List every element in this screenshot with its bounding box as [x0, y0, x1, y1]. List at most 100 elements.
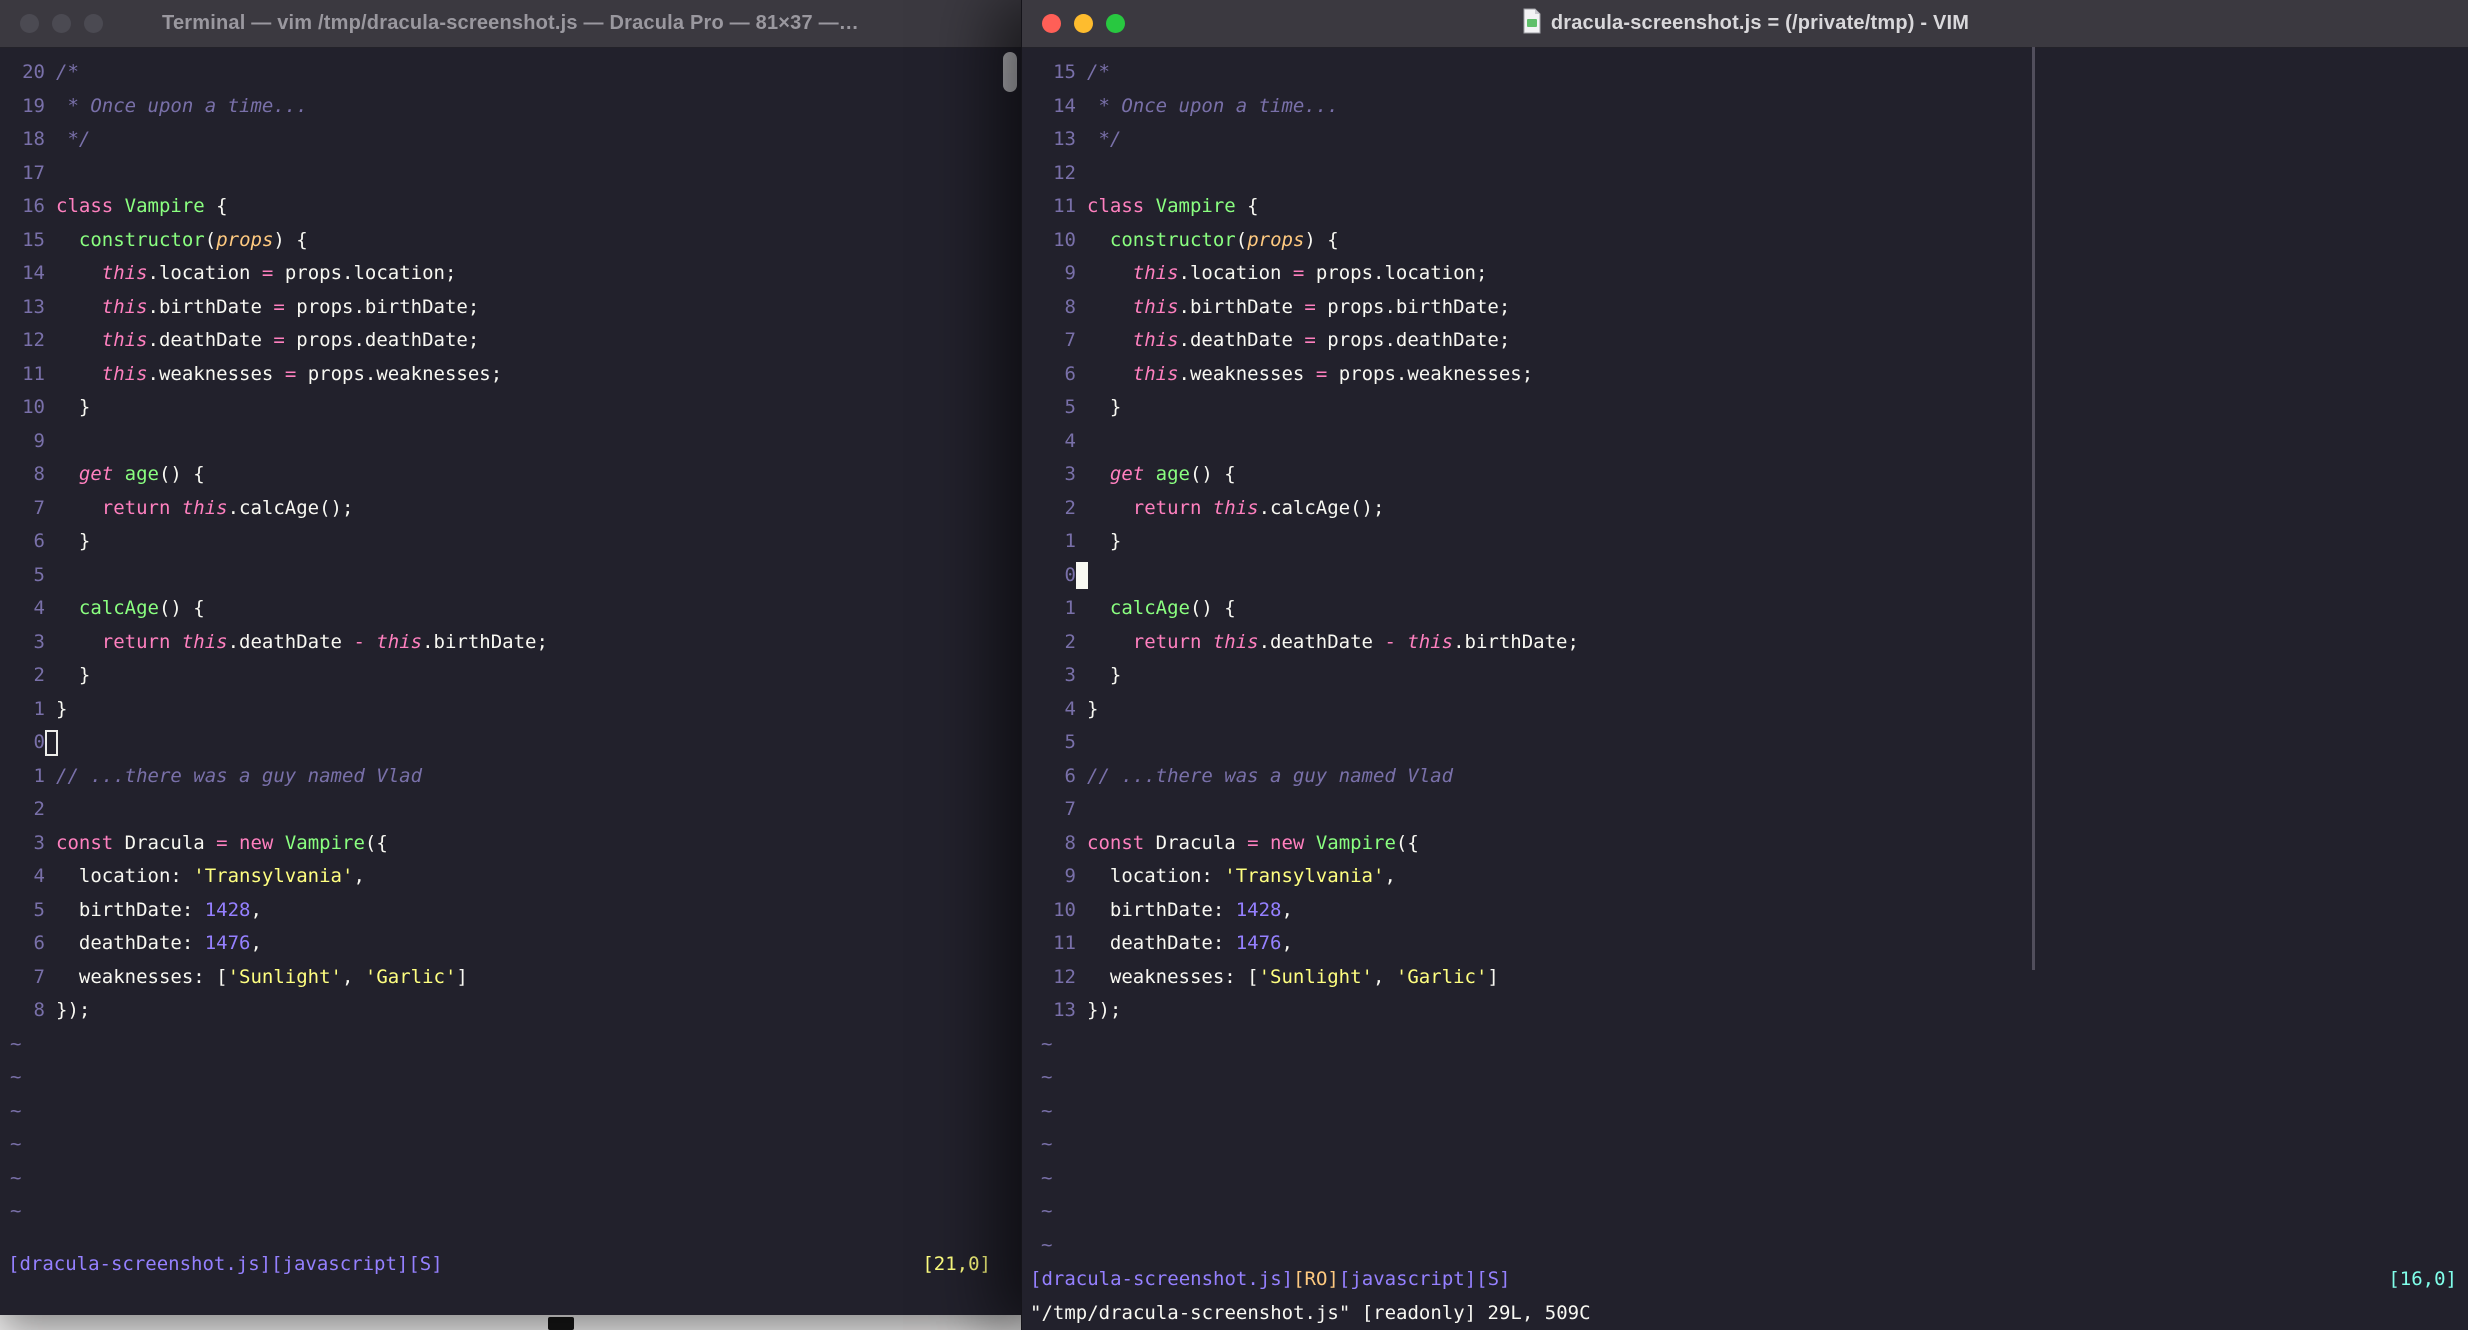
code-line[interactable]: 17: [10, 157, 1021, 191]
code-line[interactable]: 4 location: 'Transylvania',: [10, 860, 1021, 894]
code-line[interactable]: 20/*: [10, 56, 1021, 90]
line-number: 1: [1064, 530, 1076, 552]
code-line[interactable]: 7 return this.calcAge();: [10, 492, 1021, 526]
vim-statusline: [dracula-screenshot.js][javascript][S] […: [0, 1248, 1021, 1282]
close-button[interactable]: [1042, 14, 1061, 33]
vim-statusline: [dracula-screenshot.js][RO][javascript][…: [1022, 1263, 2468, 1297]
statusline-segment: [RO]: [1293, 1268, 1339, 1290]
code-line[interactable]: 4 calcAge() {: [10, 592, 1021, 626]
code-line[interactable]: 5: [1041, 726, 2468, 760]
code-line[interactable]: 12 this.deathDate = props.deathDate;: [10, 324, 1021, 358]
code-line[interactable]: 7 weaknesses: ['Sunlight', 'Garlic']: [10, 961, 1021, 995]
code-line[interactable]: 8 get age() {: [10, 458, 1021, 492]
code-line[interactable]: 8 const Dracula = new Vampire({: [1041, 827, 2468, 861]
code-line[interactable]: 13 this.birthDate = props.birthDate;: [10, 291, 1021, 325]
vim-cursor: [1076, 561, 1088, 589]
code-line[interactable]: 16 class Vampire {: [10, 190, 1021, 224]
line-number: 11: [22, 362, 45, 385]
code-line[interactable]: 2 }: [10, 659, 1021, 693]
code-line[interactable]: 2: [10, 793, 1021, 827]
code-line[interactable]: 1// ...there was a guy named Vlad: [10, 760, 1021, 794]
line-number: 15: [22, 228, 45, 251]
code-line[interactable]: 6 }: [10, 525, 1021, 559]
code-line[interactable]: 5: [10, 559, 1021, 593]
vim-buffer[interactable]: 20/* 19 * Once upon a time... 18 */17 16 cla…: [0, 48, 1021, 1248]
cursor-position: [21,0]: [922, 1253, 991, 1275]
code-line[interactable]: 10 birthDate: 1428,: [1041, 894, 2468, 928]
line-number: 4: [1064, 429, 1076, 452]
code-line[interactable]: 19 * Once upon a time...: [10, 90, 1021, 124]
code-line[interactable]: 4: [1041, 425, 2468, 459]
desktop-background: [0, 1313, 1022, 1330]
window-title: Terminal — vim /tmp/dracula-screenshot.j…: [162, 12, 859, 34]
close-button[interactable]: [20, 14, 39, 33]
code-line[interactable]: 0: [10, 726, 1021, 760]
code-line[interactable]: 15 constructor(props) {: [10, 224, 1021, 258]
code-line[interactable]: 1}: [10, 693, 1021, 727]
code-line[interactable]: 15/*: [1041, 56, 2468, 90]
code-line[interactable]: 6 this.weaknesses = props.weaknesses;: [1041, 358, 2468, 392]
code-line[interactable]: 18 */: [10, 123, 1021, 157]
line-number: 3: [33, 831, 45, 854]
tilde-row: ~: [1041, 1166, 1053, 1189]
code-line[interactable]: 7 this.deathDate = props.deathDate;: [1041, 324, 2468, 358]
scrollbar-thumb[interactable]: [1003, 52, 1017, 92]
code-line[interactable]: 1 calcAge() {: [1041, 592, 2468, 626]
tilde-row: ~: [1041, 1099, 1053, 1122]
code-line[interactable]: 9 location: 'Transylvania',: [1041, 860, 2468, 894]
code-line[interactable]: 11 this.weaknesses = props.weaknesses;: [10, 358, 1021, 392]
code-line[interactable]: 8});: [10, 994, 1021, 1028]
code-line[interactable]: 12 weaknesses: ['Sunlight', 'Garlic']: [1041, 961, 2468, 995]
macvim-window: dracula-screenshot.js = (/private/tmp) -…: [1021, 0, 2468, 1330]
code-line[interactable]: 7: [1041, 793, 2468, 827]
line-number: 10: [1053, 228, 1076, 251]
code-line[interactable]: 6 deathDate: 1476,: [10, 927, 1021, 961]
code-line[interactable]: 13 */: [1041, 123, 2468, 157]
code-line[interactable]: 9: [10, 425, 1021, 459]
code-line[interactable]: 12: [1041, 157, 2468, 191]
code-line[interactable]: 2 return this.deathDate - this.birthDate…: [1041, 626, 2468, 660]
code-line[interactable]: 3 return this.deathDate - this.birthDate…: [10, 626, 1021, 660]
statusline-info: [dracula-screenshot.js][javascript][S]: [8, 1248, 443, 1282]
code-line[interactable]: 6// ...there was a guy named Vlad: [1041, 760, 2468, 794]
code-line[interactable]: 3 }: [1041, 659, 2468, 693]
line-number: 14: [1053, 94, 1076, 117]
macvim-titlebar[interactable]: dracula-screenshot.js = (/private/tmp) -…: [1022, 0, 2468, 48]
line-number: 7: [1064, 798, 1076, 820]
vim-buffer[interactable]: 15/* 14 * Once upon a time... 13 */12 11 cla…: [1022, 48, 2468, 1263]
code-line[interactable]: 3 const Dracula = new Vampire({: [10, 827, 1021, 861]
minimize-button[interactable]: [52, 14, 71, 33]
window-title-text: dracula-screenshot.js = (/private/tmp) -…: [1550, 12, 1970, 34]
code-line[interactable]: 4}: [1041, 693, 2468, 727]
code-line[interactable]: 11 class Vampire {: [1041, 190, 2468, 224]
tilde-row: ~: [10, 1032, 22, 1055]
line-number: 5: [33, 563, 45, 586]
code-line[interactable]: 2 return this.calcAge();: [1041, 492, 2468, 526]
statusline-segment: [dracula-screenshot.js]: [1030, 1268, 1294, 1290]
code-line[interactable]: 14 * Once upon a time...: [1041, 90, 2468, 124]
statusline-segment: [javascript][S]: [1338, 1268, 1511, 1290]
code-line[interactable]: 13});: [1041, 994, 2468, 1028]
code-line[interactable]: 1 }: [1041, 525, 2468, 559]
line-number: 11: [1053, 932, 1076, 954]
code-line[interactable]: 9 this.location = props.location;: [1041, 257, 2468, 291]
minimize-button[interactable]: [1074, 14, 1093, 33]
code-line[interactable]: 10 }: [10, 391, 1021, 425]
zoom-button[interactable]: [1106, 14, 1125, 33]
tilde-row: ~: [10, 1099, 22, 1122]
line-number: 1: [33, 764, 45, 787]
code-line[interactable]: 5 }: [1041, 391, 2468, 425]
code-line[interactable]: 14 this.location = props.location;: [10, 257, 1021, 291]
line-number: 8: [1064, 831, 1076, 854]
code-line[interactable]: 10 constructor(props) {: [1041, 224, 2468, 258]
line-number: 13: [1053, 999, 1076, 1021]
code-line[interactable]: 0: [1041, 559, 2468, 593]
line-number: 14: [22, 262, 45, 284]
code-line[interactable]: 11 deathDate: 1476,: [1041, 927, 2468, 961]
code-line[interactable]: 5 birthDate: 1428,: [10, 894, 1021, 928]
terminal-titlebar[interactable]: Terminal — vim /tmp/dracula-screenshot.j…: [0, 0, 1021, 48]
zoom-button[interactable]: [84, 14, 103, 33]
scrollbar[interactable]: [2032, 47, 2035, 970]
code-line[interactable]: 3 get age() {: [1041, 458, 2468, 492]
code-line[interactable]: 8 this.birthDate = props.birthDate;: [1041, 291, 2468, 325]
